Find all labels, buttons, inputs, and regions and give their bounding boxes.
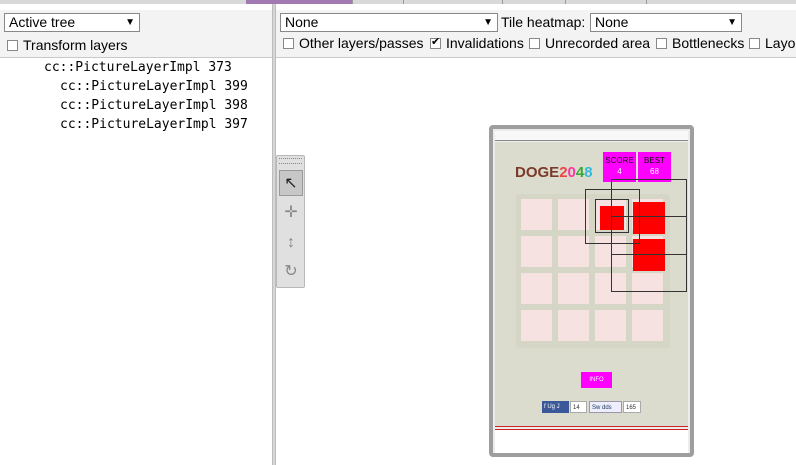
grid-cell [558,310,589,341]
logo-digit: 2 [559,164,568,181]
other-layers-option[interactable]: Other layers/passes [283,34,424,52]
twitter-button[interactable]: Sw dds [589,401,622,413]
invalidations-label: Invalidations [446,35,524,51]
pan-tool-button[interactable]: ✛ [279,200,303,226]
select-tool-button[interactable]: ↖ [279,170,303,196]
unrecorded-area-option[interactable]: Unrecorded area [529,34,650,52]
invalidations-checkbox[interactable] [430,35,441,49]
grid-cell [521,236,552,267]
tree-item-layer-398[interactable]: cc::PictureLayerImpl 398 [60,96,248,115]
score-label: SCORE [605,156,634,165]
score-box: SCORE 4 [603,152,636,182]
move-cross-icon: ✛ [284,204,298,221]
info-button[interactable]: INFO [581,372,612,388]
dropdown-arrow-icon: ▼ [125,17,135,28]
facebook-count: 14 [570,401,587,413]
tree-item-layer-373[interactable]: cc::PictureLayerImpl 373 [44,58,232,77]
layer-select[interactable]: None ▼ [280,13,498,32]
layer-tree-toolbar: Active tree ▼ Transform layers [0,10,272,58]
layout-checkbox[interactable] [749,37,760,49]
layer-outline [611,216,687,292]
logo-doge: DOGE [515,164,560,181]
dropdown-arrow-icon: ▼ [727,17,737,28]
transform-layers-checkbox[interactable] [7,39,18,51]
tree-select-value: Active tree [9,14,76,30]
bottlenecks-option[interactable]: Bottlenecks [656,34,744,52]
unrecorded-area-checkbox[interactable] [529,37,540,49]
tab-separator [352,0,353,4]
grid-cell [521,199,552,230]
layer-tree-panel: Active tree ▼ Transform layers cc::Pictu… [0,4,272,465]
transform-layers-label: Transform layers [23,37,128,53]
tile-heatmap-label: Tile heatmap: [501,14,586,30]
best-value: 68 [650,167,659,176]
other-layers-label: Other layers/passes [299,35,424,51]
address-bar [495,131,688,141]
facebook-like-button[interactable]: f Ug J [542,401,569,413]
page-preview: DOGE2048 SCORE 4 BEST 68 INFO f Ug J 14 … [495,142,688,427]
device-frame[interactable]: DOGE2048 SCORE 4 BEST 68 INFO f Ug J 14 … [489,125,694,457]
tool-palette: ↖ ✛ ↕ ↻ [276,155,305,288]
rotate-icon: ↻ [284,263,298,280]
grid-cell [558,273,589,304]
tile-heatmap-value: None [595,14,629,30]
layout-label: Layo [765,35,796,51]
dropdown-arrow-icon: ▼ [483,17,493,28]
twitter-count: 165 [623,401,641,413]
logo-digit: 0 [567,164,576,181]
rotate-tool-button[interactable]: ↻ [279,259,303,285]
tree-select[interactable]: Active tree ▼ [4,13,140,32]
palette-grip[interactable] [279,158,302,164]
grid-cell [521,273,552,304]
other-layers-checkbox[interactable] [283,37,294,49]
transform-layers-option[interactable]: Transform layers [7,36,128,54]
page-footer-area [495,429,688,453]
tab-separator [403,0,404,4]
layer-viewer-toolbar: None ▼ Tile heatmap: None ▼ Other layers… [276,10,796,58]
game-logo: DOGE2048 [515,164,593,181]
tab-separator [565,0,566,4]
best-label: BEST [644,156,665,165]
tab-separator [646,0,647,4]
invalidations-option[interactable]: Invalidations [430,34,524,52]
best-box: BEST 68 [638,152,671,182]
logo-digit: 4 [575,164,585,181]
tree-item-layer-397[interactable]: cc::PictureLayerImpl 397 [60,115,248,134]
score-value: 4 [617,167,622,176]
logo-digit: 8 [584,164,593,181]
layout-option[interactable]: Layo [749,34,795,52]
zoom-tool-button[interactable]: ↕ [279,230,303,256]
unrecorded-area-label: Unrecorded area [545,35,651,51]
vertical-arrows-icon: ↕ [287,234,295,251]
bottlenecks-label: Bottlenecks [672,35,745,51]
grid-cell [595,310,626,341]
pointer-arrow-icon: ↖ [284,175,298,192]
grid-cell [632,310,663,341]
tab-separator [502,0,503,4]
grid-cell [521,310,552,341]
bottlenecks-checkbox[interactable] [656,37,667,49]
tile-heatmap-select[interactable]: None ▼ [590,13,742,32]
layer-select-value: None [285,14,319,30]
tree-item-layer-399[interactable]: cc::PictureLayerImpl 399 [60,77,248,96]
